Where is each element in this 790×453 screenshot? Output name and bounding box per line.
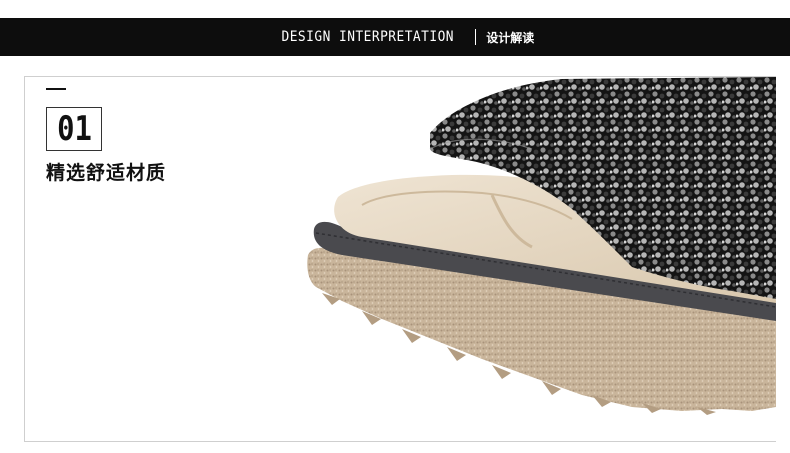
sandal-product-image bbox=[302, 77, 776, 441]
header-title-cn: 设计解读 bbox=[486, 30, 535, 45]
header-bar: DESIGN INTERPRETATION 设计解读 bbox=[0, 18, 790, 56]
section-subtitle: 精选舒适材质 bbox=[46, 162, 167, 184]
section-number-box: 01 bbox=[46, 107, 102, 151]
header-title-en: DESIGN INTERPRETATION bbox=[281, 29, 454, 45]
header-divider bbox=[475, 29, 477, 45]
section-dash bbox=[46, 88, 66, 90]
section-number: 01 bbox=[56, 109, 92, 149]
